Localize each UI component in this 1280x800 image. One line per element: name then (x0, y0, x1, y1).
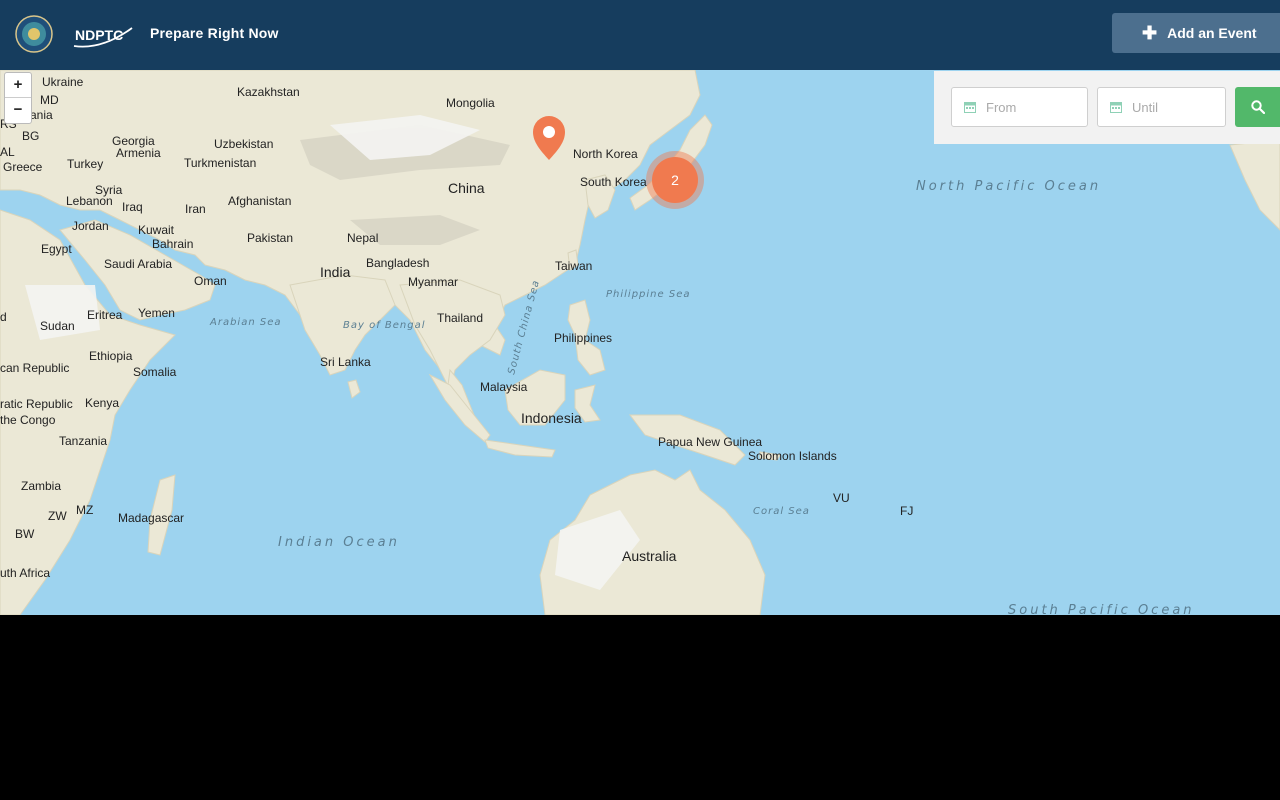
map-label: AL (0, 145, 15, 159)
map-label: Kazakhstan (237, 85, 300, 99)
map-label: Indonesia (521, 410, 582, 426)
map-label: Malaysia (480, 380, 528, 394)
add-event-label: Add an Event (1167, 25, 1257, 41)
map-label: Mongolia (446, 96, 495, 110)
map-label: Afghanistan (228, 194, 291, 208)
map-label: Bahrain (152, 237, 193, 251)
map-label: Somalia (133, 365, 177, 379)
map-label: ania (30, 108, 53, 122)
map-label: Jordan (72, 219, 109, 233)
map-label: Greece (3, 160, 43, 174)
ocean-label: Indian Ocean (278, 535, 400, 550)
map-label: FJ (900, 504, 913, 518)
ndptc-logo-text: NDPTC (75, 27, 123, 43)
calendar-icon (1110, 102, 1122, 113)
map-label: India (320, 264, 351, 280)
app-title[interactable]: Prepare Right Now (150, 25, 279, 41)
map-label: Madagascar (118, 511, 184, 525)
seal-logo-icon[interactable] (15, 15, 53, 53)
map-label: Ethiopia (89, 349, 133, 363)
map-label: BG (22, 129, 39, 143)
top-navbar: NDPTC Prepare Right Now ✚ Add an Event (0, 0, 1280, 70)
zoom-control: + − (4, 72, 32, 124)
sri-lanka-landmass (347, 379, 361, 399)
map-label: Tanzania (59, 434, 107, 448)
map-label: Taiwan (555, 259, 592, 273)
calendar-icon (964, 102, 976, 113)
map-label: Turkmenistan (184, 156, 256, 170)
map-label: Sudan (40, 319, 75, 333)
ndptc-logo[interactable]: NDPTC (72, 20, 136, 50)
map-label: MD (40, 93, 59, 107)
map-label: South Korea (580, 175, 647, 189)
map-label: Philippines (554, 331, 612, 345)
map-label: can Republic (0, 361, 69, 375)
search-icon (1250, 100, 1265, 114)
cluster-count: 2 (671, 172, 679, 188)
map-label: Ukraine (42, 75, 84, 89)
search-button[interactable] (1235, 87, 1280, 127)
map-label: Yemen (138, 306, 175, 320)
map-label: Sri Lanka (320, 355, 371, 369)
map-label: North Korea (573, 147, 638, 161)
sea-label: Philippine Sea (606, 289, 690, 300)
zoom-out-button[interactable]: − (5, 98, 31, 122)
ocean-label: South Pacific Ocean (1008, 603, 1195, 615)
map-label: Turkey (67, 157, 103, 171)
zoom-in-button[interactable]: + (5, 73, 31, 98)
map-label: Australia (622, 548, 677, 564)
from-date-field[interactable] (951, 87, 1088, 127)
ocean-label: North Pacific Ocean (916, 179, 1101, 194)
plus-icon: ✚ (1142, 23, 1158, 43)
map-label: Zambia (21, 479, 61, 493)
map-label: Myanmar (408, 275, 458, 289)
map-label: China (448, 180, 485, 196)
map-label: uth Africa (0, 566, 50, 580)
add-event-button[interactable]: ✚ Add an Event (1112, 13, 1280, 53)
map-label: Kuwait (138, 223, 175, 237)
sea-label: Arabian Sea (209, 317, 281, 328)
map-label: Eritrea (87, 308, 123, 322)
sea-label: Coral Sea (753, 506, 810, 517)
map-label: Kenya (85, 396, 119, 410)
map-label: ratic Republic (0, 397, 73, 411)
map-label: the Congo (0, 413, 56, 427)
map-label: Lebanon (66, 194, 113, 208)
java-landmass (484, 439, 556, 458)
until-date-field[interactable] (1097, 87, 1226, 127)
map-label: Egypt (41, 242, 72, 256)
map-label: Pakistan (247, 231, 293, 245)
until-date-input[interactable] (1130, 98, 1214, 116)
map-label: Thailand (437, 311, 483, 325)
sea-label: Bay of Bengal (343, 320, 426, 331)
map-label: VU (833, 491, 850, 505)
north-america-edge (1229, 139, 1280, 231)
from-date-input[interactable] (984, 98, 1068, 116)
map-label: Iran (185, 202, 206, 216)
map-label: Bangladesh (366, 256, 429, 270)
map-label: d (0, 310, 7, 324)
map-label: Papua New Guinea (658, 435, 762, 449)
map-label: Solomon Islands (748, 449, 837, 463)
map-label: BW (15, 527, 35, 541)
map-label: Uzbekistan (214, 137, 273, 151)
map-label: Oman (194, 274, 227, 288)
map-label: ZW (48, 509, 67, 523)
map-label: Armenia (116, 146, 161, 160)
map-view[interactable]: Ukraine MD Kazakhstan Mongolia BG RS ani… (0, 70, 1280, 615)
date-filter-panel (934, 71, 1280, 144)
map-label: Saudi Arabia (104, 257, 172, 271)
map-label: Iraq (122, 200, 143, 214)
event-cluster-marker[interactable]: 2 (646, 151, 704, 209)
map-label: MZ (76, 503, 93, 517)
map-label: Nepal (347, 231, 378, 245)
